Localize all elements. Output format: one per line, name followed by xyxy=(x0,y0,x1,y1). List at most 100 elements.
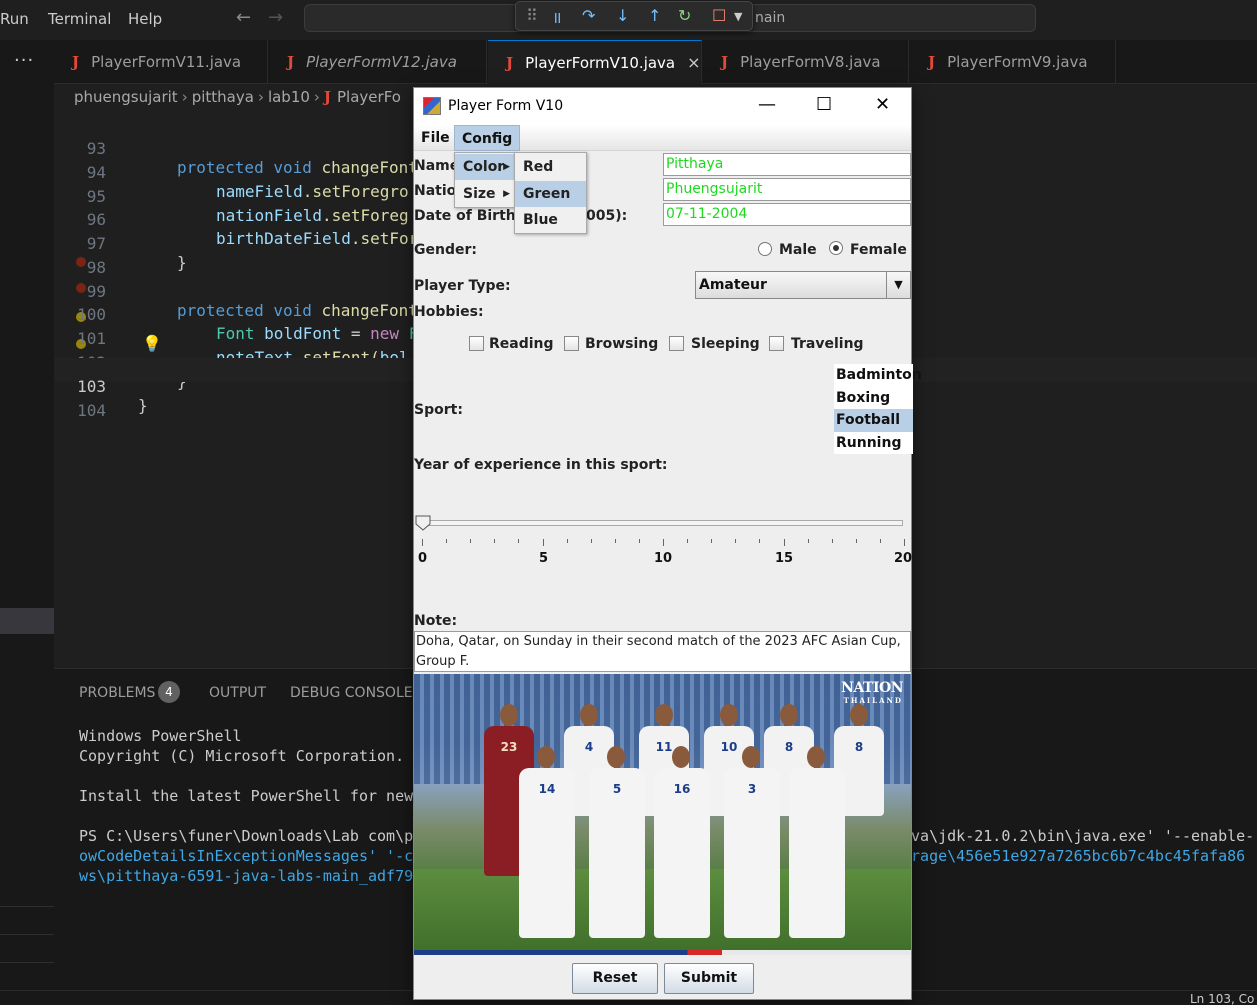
browsing-checkbox[interactable] xyxy=(564,336,579,351)
traveling-checkbox[interactable] xyxy=(769,336,784,351)
browsing-label[interactable]: Browsing xyxy=(585,336,658,352)
tab-output[interactable]: OUTPUT xyxy=(209,685,266,701)
submenu-arrow-icon: ▶ xyxy=(503,189,510,199)
player-type-dropdown[interactable]: Amateur ▼ xyxy=(695,271,911,299)
sleeping-checkbox[interactable] xyxy=(669,336,684,351)
sport-list[interactable]: Badminton Boxing Football Running xyxy=(834,364,922,455)
menu-item-red[interactable]: Red xyxy=(515,154,586,180)
terminal-line: Install the latest PowerShell for new xyxy=(79,787,414,805)
divider xyxy=(0,962,54,963)
slider-tick-label: 20 xyxy=(894,551,913,566)
cursor-position[interactable]: Ln 103, Co xyxy=(1190,992,1254,1005)
menu-item-size[interactable]: Size ▶ xyxy=(455,181,514,207)
list-item[interactable]: Running xyxy=(834,432,913,455)
back-arrow-icon[interactable]: ← xyxy=(236,7,251,28)
sleeping-label[interactable]: Sleeping xyxy=(691,336,760,352)
player-head xyxy=(720,704,738,726)
menu-terminal[interactable]: Terminal xyxy=(48,10,111,28)
reset-button[interactable]: Reset xyxy=(572,963,658,994)
chevron-right-icon: › xyxy=(257,88,264,106)
slider-tick xyxy=(638,539,640,543)
nationality-field[interactable]: Phuengsujarit xyxy=(663,178,911,201)
stop-icon[interactable]: ☐ xyxy=(712,6,726,25)
breadcrumb-item[interactable]: PlayerFo xyxy=(337,88,401,106)
note-textarea[interactable]: Doha, Qatar, on Sunday in their second m… xyxy=(414,631,911,672)
slider-tick-label: 5 xyxy=(539,551,549,566)
note-label: Note: xyxy=(414,613,458,629)
menu-config[interactable]: Config xyxy=(454,125,521,151)
experience-slider-track[interactable] xyxy=(421,520,903,526)
player-body xyxy=(789,768,845,938)
lightbulb-icon[interactable]: 💡 xyxy=(142,334,162,353)
player-head xyxy=(742,746,760,768)
sport-label: Sport: xyxy=(414,402,463,418)
male-label[interactable]: Male xyxy=(779,242,817,258)
close-icon[interactable]: ✕ xyxy=(875,94,890,115)
logo-subtext: THAILAND xyxy=(843,696,903,705)
slider-tick xyxy=(422,539,423,546)
slider-thumb[interactable] xyxy=(415,515,431,531)
menu-item-blue[interactable]: Blue xyxy=(515,207,586,233)
pause-icon[interactable]: ॥ xyxy=(552,6,562,28)
slider-tick xyxy=(711,539,713,543)
logo-text: NATION xyxy=(841,680,903,696)
menu-file[interactable]: File xyxy=(414,125,457,151)
tab-debug-console[interactable]: DEBUG CONSOLE xyxy=(290,685,413,701)
tab-playerformv11[interactable]: J PlayerFormV11.java xyxy=(54,40,268,84)
list-item[interactable]: Badminton xyxy=(834,364,922,387)
list-item[interactable]: Boxing xyxy=(834,387,913,410)
jersey-number: 14 xyxy=(538,782,556,796)
chevron-right-icon: › xyxy=(181,88,188,106)
terminal-line: PS C:\Users\funer\Downloads\Lab com\p xyxy=(79,827,414,845)
menu-help[interactable]: Help xyxy=(128,10,162,28)
chevron-right-icon: › xyxy=(313,88,320,106)
menu-item-color[interactable]: Color ▶ xyxy=(455,154,514,180)
player-type-value: Amateur xyxy=(699,277,767,293)
tab-problems[interactable]: PROBLEMS xyxy=(79,685,155,701)
close-icon[interactable]: × xyxy=(687,53,700,72)
tab-playerformv8[interactable]: J PlayerFormV8.java xyxy=(703,40,909,84)
reading-label[interactable]: Reading xyxy=(489,336,554,352)
slider-tick-label: 10 xyxy=(654,551,673,566)
window-titlebar[interactable]: Player Form V10 — ☐ ✕ xyxy=(414,88,911,125)
slider-tick xyxy=(494,539,496,543)
breadcrumb-item[interactable]: lab10 xyxy=(268,88,310,106)
tab-playerformv10[interactable]: J PlayerFormV10.java × xyxy=(488,40,702,84)
more-icon[interactable]: ··· xyxy=(14,50,34,71)
tab-label: PlayerFormV11.java xyxy=(91,53,242,71)
slider-tick xyxy=(518,539,520,543)
dob-field[interactable]: 07-11-2004 xyxy=(663,203,911,226)
breadcrumb-item[interactable]: phuengsujarit xyxy=(74,88,178,106)
restart-icon[interactable]: ↻ xyxy=(678,6,691,25)
chevron-down-icon[interactable]: ▼ xyxy=(886,272,910,298)
activity-selected-item[interactable] xyxy=(0,608,54,634)
traveling-label[interactable]: Traveling xyxy=(791,336,864,352)
java-file-icon: J xyxy=(506,53,514,72)
player-body: 16 xyxy=(654,768,710,938)
tab-playerformv12[interactable]: J PlayerFormV12.java xyxy=(269,40,487,84)
chevron-down-icon[interactable]: ▼ xyxy=(734,10,742,23)
menubar: Run Terminal Help ← → nain ⠿ ॥ ↷ ↓ ↑ ↻ ☐… xyxy=(0,0,1257,40)
forward-arrow-icon[interactable]: → xyxy=(268,7,283,28)
female-label[interactable]: Female xyxy=(850,242,907,258)
step-over-icon[interactable]: ↷ xyxy=(582,6,595,25)
breadcrumb-item[interactable]: pitthaya xyxy=(192,88,254,106)
menu-run[interactable]: Run xyxy=(0,10,29,28)
jersey-number: 23 xyxy=(500,740,518,754)
female-radio[interactable] xyxy=(829,241,843,255)
step-into-icon[interactable]: ↓ xyxy=(616,6,629,25)
minimize-icon[interactable]: — xyxy=(758,94,776,115)
list-item-selected[interactable]: Football xyxy=(834,409,913,432)
drag-handle-icon[interactable]: ⠿ xyxy=(526,6,538,25)
menu-item-green[interactable]: Green xyxy=(515,181,586,207)
name-field[interactable]: Pitthaya xyxy=(663,153,911,176)
male-radio[interactable] xyxy=(758,242,772,256)
step-out-icon[interactable]: ↑ xyxy=(648,6,661,25)
submenu-arrow-icon: ▶ xyxy=(503,162,510,172)
maximize-icon[interactable]: ☐ xyxy=(816,94,832,115)
slider-tick xyxy=(470,539,472,543)
reading-checkbox[interactable] xyxy=(469,336,484,351)
submit-button[interactable]: Submit xyxy=(664,963,754,994)
tab-playerformv9[interactable]: J PlayerFormV9.java xyxy=(910,40,1116,84)
team-photo: NATION THAILAND 23 4 11 10 8 8 14 5 16 3 xyxy=(414,674,911,955)
